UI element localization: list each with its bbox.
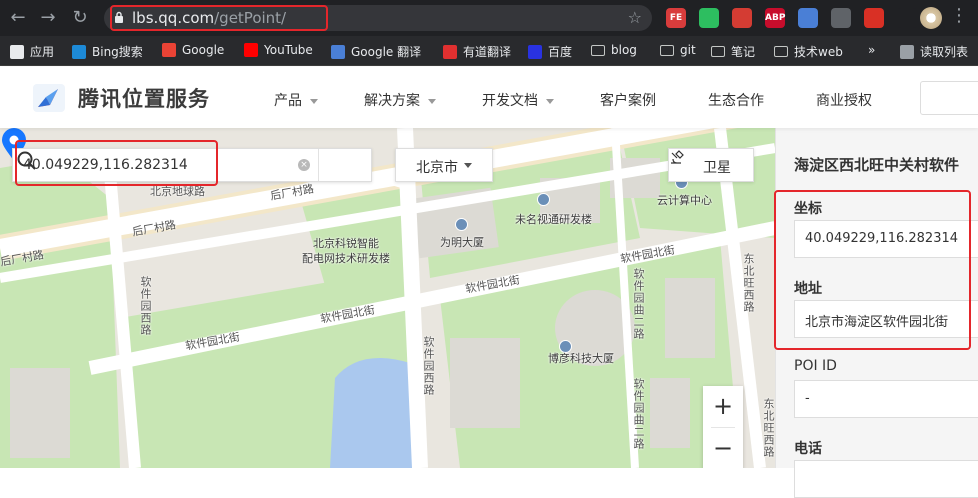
nav-docs[interactable]: 开发文档 (482, 90, 554, 110)
bookmark-label: Google 翻译 (351, 45, 422, 59)
evernote-extension-icon[interactable] (699, 8, 719, 28)
nav-license[interactable]: 商业授权 (816, 90, 872, 110)
poi-label[interactable]: 为明大厦 (440, 234, 484, 250)
bookmark-item[interactable]: blog (591, 43, 637, 57)
youtube-icon (244, 43, 258, 57)
bookmark-label: git (680, 43, 696, 57)
forward-arrow-icon[interactable]: → (38, 8, 58, 28)
nav-cases[interactable]: 客户案例 (600, 90, 656, 110)
poi-id-label: POI ID (794, 358, 837, 374)
back-arrow-icon[interactable]: ← (8, 8, 28, 28)
netease-music-extension-icon[interactable] (732, 8, 752, 28)
google-translate-icon (331, 44, 345, 59)
location-info-panel: 海淀区西北旺中关村软件 坐标 40.049229,116.282314 地址 北… (774, 128, 978, 498)
bookmark-label: 笔记 (731, 45, 756, 59)
apps-grid-icon (10, 44, 24, 59)
translate-extension-icon[interactable] (798, 8, 818, 28)
chevron-down-icon (464, 163, 472, 168)
chevron-down-icon (546, 98, 554, 104)
poi-icon[interactable] (455, 218, 468, 231)
profile-avatar[interactable] (920, 7, 942, 29)
tv-extension-icon[interactable] (831, 8, 851, 28)
zoom-in-button[interactable]: + (703, 386, 743, 426)
nav-ecosystem[interactable]: 生态合作 (708, 90, 764, 110)
reload-icon[interactable]: ↻ (70, 8, 90, 28)
satellite-toggle-button[interactable]: 卫星 (668, 148, 754, 182)
chevron-down-icon (428, 98, 436, 104)
poi-icon[interactable] (537, 193, 550, 206)
poi-id-field[interactable]: - (794, 380, 978, 418)
folder-icon (711, 46, 725, 57)
bookmark-item[interactable]: Google (162, 43, 224, 57)
folder-icon (774, 46, 788, 57)
bookmark-label: Bing搜索 (92, 45, 143, 59)
bookmark-item[interactable]: Bing搜索 (72, 43, 143, 60)
road-label: 东北旺西路 (742, 253, 755, 313)
bookmark-item[interactable]: 有道翻译 (443, 43, 511, 60)
chevron-down-icon (310, 98, 318, 104)
header-search-input[interactable] (920, 81, 978, 115)
search-divider (318, 149, 319, 181)
bookmark-label: Google (182, 43, 225, 57)
road-label: 软件园西路 (422, 336, 435, 396)
folder-icon (591, 44, 605, 56)
bookmarks-bar: 应用 Bing搜索 Google YouTube Google 翻译 有道翻译 百度 blog… (0, 36, 978, 66)
clear-icon[interactable]: × (298, 159, 310, 171)
poi-label[interactable]: 云计算中心 (657, 192, 712, 208)
adblock-extension-icon[interactable]: ABP (765, 8, 785, 28)
bookmark-label: 应用 (30, 45, 55, 59)
browser-menu-icon[interactable]: ⋮ (950, 6, 968, 26)
baidu-icon (528, 44, 542, 59)
red-extension-icon[interactable] (864, 8, 884, 28)
poi-label[interactable]: 博彦科技大厦 (548, 350, 614, 366)
poi-label[interactable]: 北京科锐智能 配电网技术研发楼 (302, 236, 390, 266)
bookmark-label: 有道翻译 (463, 45, 512, 59)
panel-title: 海淀区西北旺中关村软件 (794, 156, 960, 174)
bookmark-label: blog (611, 43, 637, 57)
site-header: 腾讯位置服务 产品 解决方案 开发文档 客户案例 生态合作 商业授权 (0, 67, 978, 128)
bookmark-label: » (868, 43, 876, 57)
panel-highlight-box (774, 190, 971, 350)
fe-extension-icon[interactable]: FE (666, 8, 686, 28)
bookmark-item[interactable]: 百度 (528, 43, 572, 60)
url-highlight-box (110, 5, 328, 31)
bookmark-label: 百度 (548, 45, 573, 59)
bookmark-item[interactable]: YouTube (244, 43, 313, 57)
bookmark-label: YouTube (264, 43, 313, 57)
puzzle-extension-icon[interactable] (897, 8, 917, 28)
search-highlight-box (15, 140, 218, 186)
bookmark-label: 技术web (794, 45, 843, 59)
bookmark-item[interactable]: git (660, 43, 696, 57)
zoom-control: + − (703, 386, 743, 468)
bookmark-item[interactable]: Google 翻译 (331, 43, 421, 60)
road-label: 软件园西路 (139, 276, 152, 336)
bookmark-item[interactable]: 技术web (774, 43, 843, 60)
bing-icon (72, 44, 86, 59)
bookmark-label: 读取列表 (920, 45, 969, 59)
google-icon (162, 43, 176, 57)
bookmark-item[interactable]: 读取列表 (900, 43, 968, 60)
reading-list-icon (900, 44, 914, 59)
poi-label[interactable]: 未名视通研发楼 (515, 211, 592, 227)
road-label: 软件园曲二路 (632, 378, 645, 450)
zoom-out-button[interactable]: − (703, 428, 743, 468)
brand-name[interactable]: 腾讯位置服务 (78, 83, 210, 113)
bookmark-star-icon[interactable]: ☆ (628, 8, 642, 27)
city-select[interactable]: 北京市 (395, 148, 493, 182)
map-canvas[interactable]: 北京地球路 后厂村路 后厂村路 后厂村路 软件园北街 软件园北街 软件园北街 软… (0, 128, 775, 468)
browser-toolbar: ← → ↻ lbs.qq.com/getPoint/ ☆ FE ABP ⋮ (0, 0, 978, 36)
folder-icon (660, 44, 674, 56)
phone-label: 电话 (794, 441, 822, 457)
nav-solutions[interactable]: 解决方案 (364, 90, 436, 110)
bookmark-item[interactable]: 应用 (10, 43, 54, 60)
bookmark-item[interactable]: » (868, 43, 875, 57)
road-label: 软件园曲二路 (632, 268, 645, 340)
nav-products[interactable]: 产品 (274, 90, 318, 110)
bookmark-item[interactable]: 笔记 (711, 43, 755, 60)
youdao-icon (443, 44, 457, 59)
road-label: 东北旺西路 (762, 398, 775, 458)
phone-field[interactable] (794, 460, 978, 498)
satellite-icon (671, 150, 684, 164)
tencent-map-logo-icon[interactable] (32, 83, 66, 113)
